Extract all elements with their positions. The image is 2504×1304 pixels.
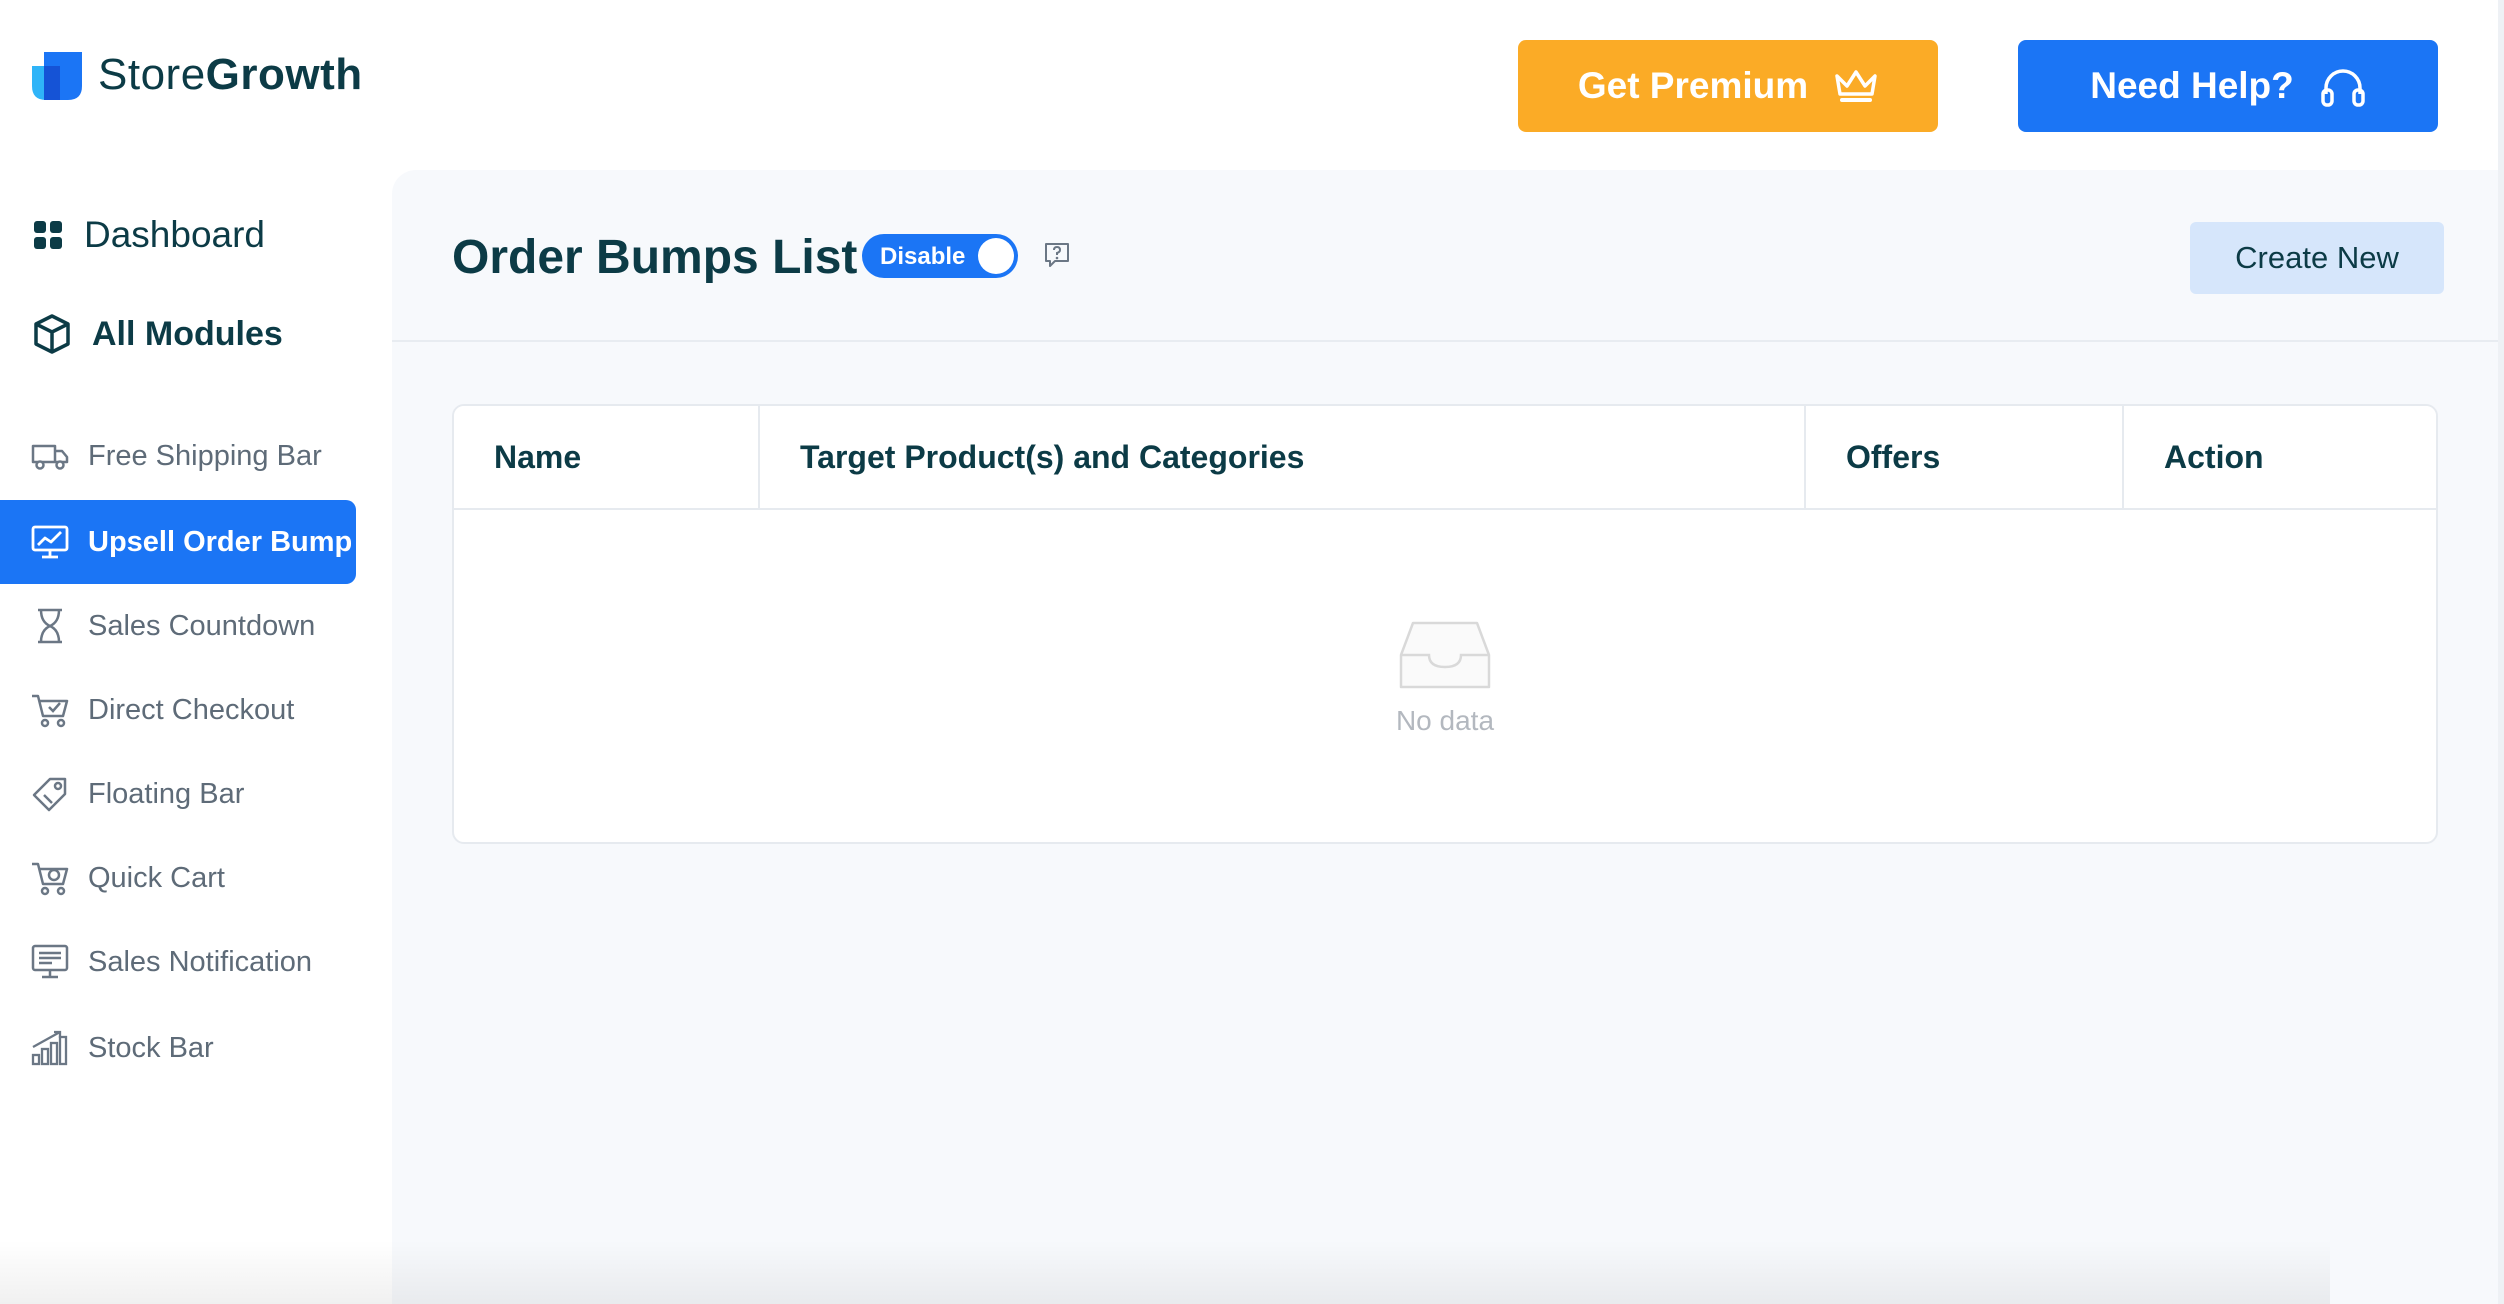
get-premium-label: Get Premium — [1577, 65, 1809, 106]
sidebar-item-label: Direct Checkout — [88, 693, 295, 726]
sidebar-item-label: Upsell Order Bump — [88, 525, 353, 558]
sidebar-item-label: Free Shipping Bar — [88, 439, 322, 472]
enable-disable-toggle[interactable]: Disable — [862, 234, 1018, 278]
storegrowth-logo[interactable]: StoreGrowth — [30, 48, 363, 102]
toggle-label: Disable — [880, 243, 966, 270]
headset-icon — [2321, 69, 2365, 107]
sidebar-item-label: Floating Bar — [88, 777, 245, 810]
sidebar-item-all-modules[interactable]: All Modules — [32, 313, 283, 355]
column-header-action[interactable]: Action — [2124, 406, 2436, 508]
bar-chart-icon — [31, 1030, 68, 1066]
sidebar-item-direct-checkout[interactable]: Direct Checkout — [0, 668, 356, 752]
tag-icon — [32, 777, 67, 812]
need-help-button[interactable]: Need Help? — [2018, 40, 2438, 132]
brand-name: StoreGrowth — [98, 50, 363, 99]
page-title: Order Bumps List — [452, 231, 858, 284]
window-edge — [2498, 0, 2504, 1304]
crown-icon — [1835, 70, 1877, 102]
all-modules-label: All Modules — [92, 314, 283, 353]
table-header: Name Target Product(s) and Categories Of… — [454, 406, 2436, 510]
column-header-target-products[interactable]: Target Product(s) and Categories — [760, 406, 1806, 508]
empty-state: No data — [454, 510, 2436, 842]
sidebar-item-sales-countdown[interactable]: Sales Countdown — [0, 584, 356, 668]
need-help-label: Need Help? — [2090, 65, 2294, 106]
order-bumps-table: Name Target Product(s) and Categories Of… — [452, 404, 2438, 844]
app-root: StoreGrowth Get Premium Need Help? Dashb… — [0, 0, 2504, 1304]
question-comment-icon[interactable] — [1044, 242, 1070, 273]
cube-icon — [34, 314, 70, 354]
notification-icon — [31, 944, 69, 979]
sidebar-item-dashboard[interactable]: Dashboard — [32, 214, 265, 256]
column-header-offers[interactable]: Offers — [1806, 406, 2124, 508]
get-premium-button[interactable]: Get Premium — [1518, 40, 1938, 132]
sidebar-item-floating-bar[interactable]: Floating Bar — [0, 752, 356, 836]
storegrowth-logo-icon — [32, 52, 82, 100]
sidebar-item-quick-cart[interactable]: Quick Cart — [0, 836, 356, 920]
inbox-icon — [1399, 621, 1491, 689]
chart-monitor-icon — [31, 525, 69, 559]
sidebar-item-label: Stock Bar — [88, 1031, 214, 1064]
create-new-button[interactable]: Create New — [2190, 222, 2444, 294]
sidebar-item-label: Sales Countdown — [88, 609, 316, 642]
main-content: Order Bumps List Disable Create New Name… — [392, 170, 2504, 1304]
grid-icon — [34, 221, 62, 249]
sidebar: Dashboard All Modules Free Shipping Bar — [0, 170, 392, 1304]
dashboard-label: Dashboard — [84, 214, 266, 255]
sidebar-item-free-shipping-bar[interactable]: Free Shipping Bar — [0, 414, 356, 498]
empty-state-text: No data — [1395, 705, 1495, 736]
sidebar-item-sales-notification[interactable]: Sales Notification — [0, 920, 356, 1004]
page-header: Order Bumps List Disable Create New — [392, 170, 2504, 342]
cart-icon — [32, 862, 69, 896]
sidebar-item-stock-bar[interactable]: Stock Bar — [0, 1006, 356, 1090]
hourglass-icon — [38, 608, 62, 644]
sidebar-item-upsell-order-bump[interactable]: Upsell Order Bump — [0, 500, 356, 584]
sidebar-item-label: Sales Notification — [88, 945, 313, 978]
truck-icon — [31, 444, 69, 470]
sidebar-item-label: Quick Cart — [88, 861, 225, 894]
toggle-knob — [978, 238, 1014, 274]
cart-icon — [32, 694, 69, 728]
column-header-name[interactable]: Name — [454, 406, 760, 508]
